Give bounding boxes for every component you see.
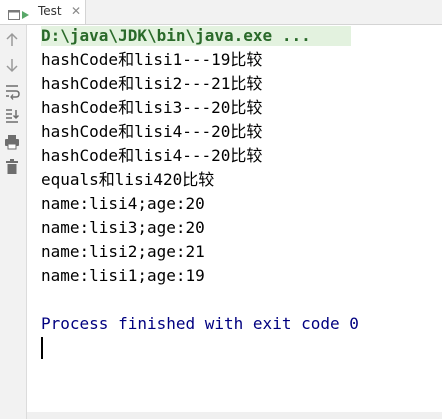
down-arrow-icon[interactable] [3,56,21,74]
output-line: hashCode和lisi4---20比较 [41,122,263,141]
run-app-icon [8,6,30,20]
tab-test[interactable]: Test ✕ [0,0,86,24]
text-caret [41,337,43,359]
output-line: hashCode和lisi1---19比较 [41,50,263,69]
command-line: D:\java\JDK\bin\java.exe ... [41,26,311,45]
output-line: equals和lisi420比较 [41,170,215,189]
output-line: hashCode和lisi4---20比较 [41,146,263,165]
print-icon[interactable] [3,133,21,151]
tab-label: Test [38,4,62,18]
scroll-to-end-icon[interactable] [3,107,21,125]
soft-wrap-icon[interactable] [3,82,21,100]
output-line: name:lisi1;age:19 [41,266,205,285]
close-icon[interactable]: ✕ [71,3,81,19]
output-line: name:lisi3;age:20 [41,218,205,237]
tab-bar: Test ✕ [0,0,442,25]
output-line: name:lisi2;age:21 [41,242,205,261]
console-toolbar [0,25,27,419]
exit-message: Process finished with exit code 0 [41,314,359,333]
up-arrow-icon[interactable] [3,31,21,49]
output-line: name:lisi4;age:20 [41,194,205,213]
trash-icon[interactable] [3,158,21,176]
output-line: hashCode和lisi3---20比较 [41,98,263,117]
horizontal-scrollbar[interactable] [27,412,442,419]
output-line: hashCode和lisi2---21比较 [41,74,263,93]
